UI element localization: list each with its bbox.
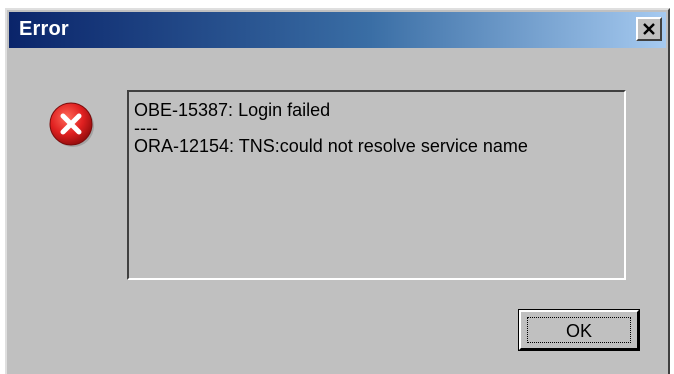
window-title: Error bbox=[19, 18, 69, 40]
ok-button[interactable]: OK bbox=[518, 309, 640, 351]
message-line-2: ORA-12154: TNS:could not resolve service… bbox=[134, 136, 528, 156]
message-box: OBE-15387: Login failed ---- ORA-12154: … bbox=[127, 90, 626, 280]
error-icon bbox=[48, 101, 96, 149]
close-icon bbox=[643, 23, 655, 35]
message-separator: ---- bbox=[134, 118, 158, 138]
message-line-1: OBE-15387: Login failed bbox=[134, 100, 331, 120]
title-bar[interactable]: Error bbox=[9, 12, 666, 48]
ok-button-label: OK bbox=[527, 317, 631, 343]
close-button[interactable] bbox=[636, 17, 662, 41]
error-dialog: Error OBE-15387: Login failed ---- ORA-1… bbox=[5, 8, 670, 374]
